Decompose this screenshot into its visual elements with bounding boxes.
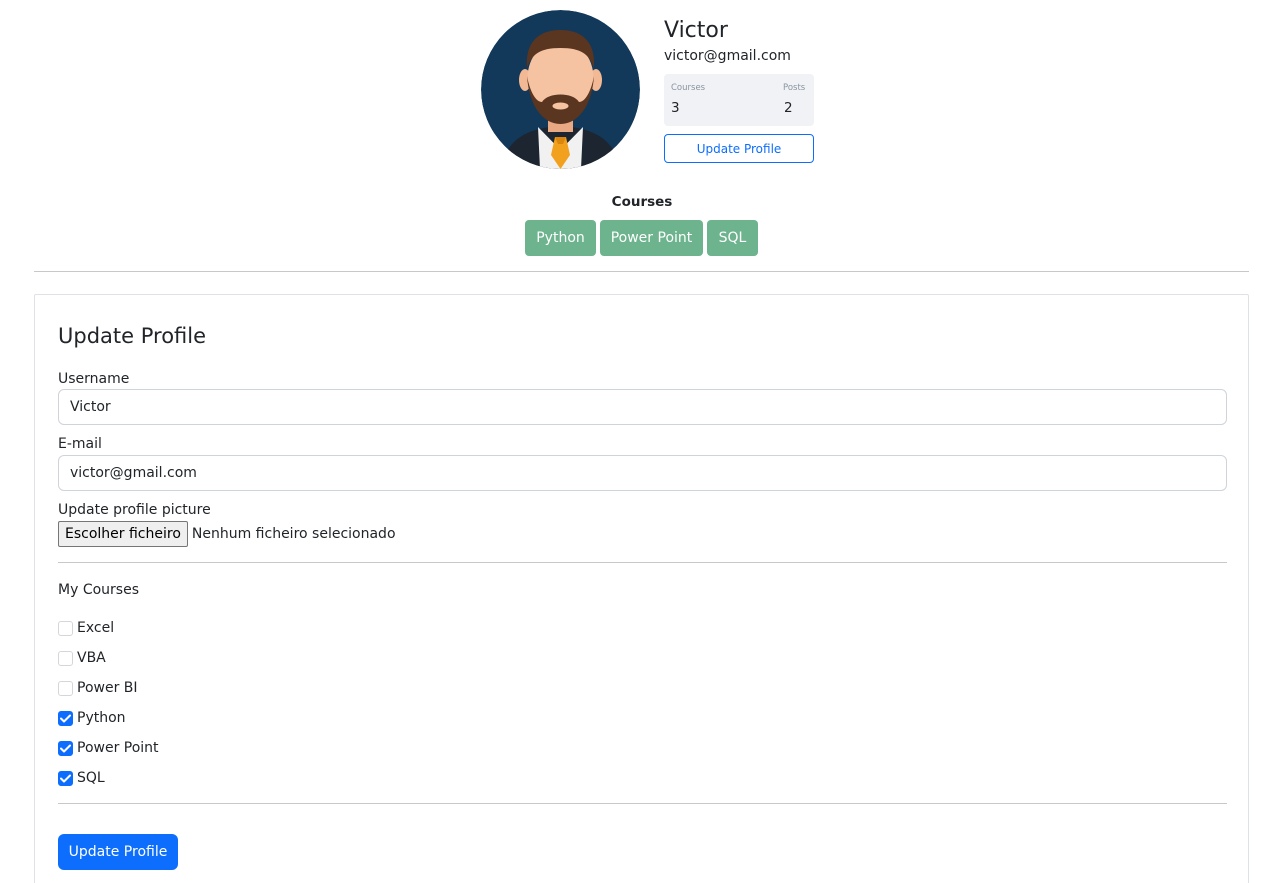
posts-stat: Posts 2 [783, 82, 805, 118]
course-checkbox-row-power-bi[interactable]: Power BI [58, 679, 138, 697]
email-label: E-mail [58, 436, 102, 452]
section-divider [34, 271, 1249, 272]
course-badge: Power Point [600, 220, 703, 256]
courses-section-title: Courses [611, 194, 673, 210]
username-label: Username [58, 371, 130, 387]
course-checkbox-row-vba[interactable]: VBA [58, 649, 106, 667]
checkmark-icon [60, 714, 71, 722]
update-profile-card: Update Profile Username E-mail Update pr… [34, 294, 1249, 883]
file-input: Escolher ficheiro Nenhum ficheiro seleci… [58, 521, 396, 547]
course-checkbox-row-excel[interactable]: Excel [58, 619, 114, 637]
checkbox[interactable] [58, 740, 73, 756]
stats-box: Courses 3 Posts 2 [664, 74, 814, 126]
bearded-man-avatar-icon [481, 10, 640, 169]
checkbox-label: SQL [77, 770, 105, 786]
courses-stat: Courses 3 [671, 82, 705, 118]
checkbox-label: Power BI [77, 680, 138, 696]
courses-stat-value: 3 [671, 100, 680, 116]
checkbox[interactable] [58, 710, 73, 726]
course-checkbox-row-python[interactable]: Python [58, 709, 126, 727]
username-input[interactable] [58, 389, 1227, 425]
checkbox-label: Python [77, 710, 126, 726]
courses-stat-label: Courses [671, 83, 706, 93]
course-badges: Python Power Point SQL [525, 220, 758, 256]
checkbox[interactable] [58, 620, 73, 636]
picture-label: Update profile picture [58, 502, 211, 518]
profile-name: Victor [664, 18, 728, 43]
profile-header: Victor victor@gmail.com Courses 3 Posts … [0, 0, 1276, 184]
checkbox[interactable] [58, 680, 73, 696]
email-input[interactable] [58, 455, 1227, 491]
profile-email: victor@gmail.com [664, 48, 791, 64]
course-badge: SQL [707, 220, 758, 256]
checkbox[interactable] [58, 650, 73, 666]
form-divider [58, 562, 1227, 563]
form-divider [58, 803, 1227, 804]
posts-stat-value: 2 [784, 100, 793, 116]
posts-stat-label: Posts [783, 83, 806, 93]
choose-file-button[interactable]: Escolher ficheiro [58, 521, 188, 547]
my-courses-label: My Courses [58, 582, 139, 598]
checkmark-icon [60, 744, 71, 752]
header-update-profile-button[interactable]: Update Profile [664, 134, 814, 163]
checkbox-label: Excel [77, 620, 115, 636]
checkbox[interactable] [58, 770, 73, 786]
course-badge: Python [525, 220, 596, 256]
checkbox-label: VBA [77, 650, 106, 666]
checkmark-icon [60, 774, 71, 782]
course-checkbox-row-sql[interactable]: SQL [58, 769, 105, 787]
avatar [481, 10, 640, 169]
form-title: Update Profile [58, 324, 207, 348]
course-checkbox-row-power-point[interactable]: Power Point [58, 739, 159, 757]
submit-update-profile-button[interactable]: Update Profile [58, 834, 178, 870]
file-status: Nenhum ficheiro selecionado [191, 526, 396, 542]
checkbox-label: Power Point [77, 740, 159, 756]
